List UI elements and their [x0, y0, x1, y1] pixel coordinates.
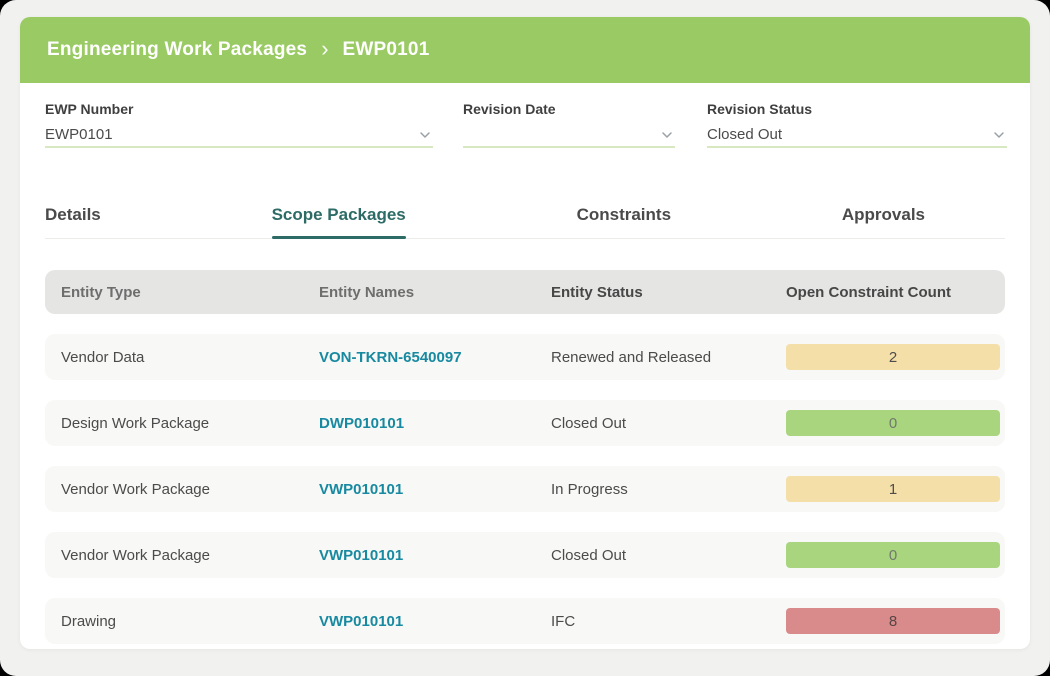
table-row: Vendor Work Package VWP010101 Closed Out…: [45, 532, 1005, 578]
entity-name-link[interactable]: VWP010101: [319, 613, 551, 630]
filter-value: Closed Out: [707, 126, 782, 143]
tab-approvals[interactable]: Approvals: [842, 205, 925, 238]
breadcrumb-separator-icon: ›: [321, 36, 328, 62]
filter-label: Revision Status: [707, 100, 1007, 118]
entity-status-cell: In Progress: [551, 481, 786, 498]
entity-name-link[interactable]: VON-TKRN-6540097: [319, 349, 551, 366]
entity-name-link[interactable]: DWP010101: [319, 415, 551, 432]
entity-status-cell: Closed Out: [551, 415, 786, 432]
entity-status-cell: IFC: [551, 613, 786, 630]
table-row: Design Work Package DWP010101 Closed Out…: [45, 400, 1005, 446]
tabs: Details Scope Packages Constraints Appro…: [45, 205, 925, 238]
table-body: Vendor Data VON-TKRN-6540097 Renewed and…: [45, 334, 1005, 644]
entity-type-cell: Design Work Package: [61, 415, 319, 432]
filter-dropdown[interactable]: Closed Out: [707, 122, 1007, 148]
page-header: Engineering Work Packages › EWP0101: [20, 17, 1030, 83]
entity-status-cell: Closed Out: [551, 547, 786, 564]
scope-packages-table: Entity Type Entity Names Entity Status O…: [45, 270, 1005, 644]
table-row: Vendor Work Package VWP010101 In Progres…: [45, 466, 1005, 512]
constraint-count-badge: 0: [786, 410, 1000, 436]
column-header-entity-status: Entity Status: [551, 284, 786, 301]
filter-revision-status: Revision Status Closed Out: [707, 100, 1007, 148]
chevron-down-icon: [419, 129, 431, 141]
tab-scope-packages[interactable]: Scope Packages: [272, 205, 406, 238]
main-card: Engineering Work Packages › EWP0101 EWP …: [20, 17, 1030, 649]
filter-bar: EWP Number EWP0101 Revision Date Revisio…: [45, 100, 1005, 168]
constraint-count-badge: 2: [786, 344, 1000, 370]
tab-details[interactable]: Details: [45, 205, 101, 238]
tab-bar: Details Scope Packages Constraints Appro…: [45, 205, 1005, 239]
entity-type-cell: Vendor Work Package: [61, 547, 319, 564]
breadcrumb-root[interactable]: Engineering Work Packages: [47, 39, 307, 61]
entity-name-link[interactable]: VWP010101: [319, 547, 551, 564]
column-header-open-constraint-count: Open Constraint Count: [786, 284, 1021, 301]
filter-dropdown[interactable]: [463, 122, 675, 148]
entity-type-cell: Drawing: [61, 613, 319, 630]
constraint-count-badge: 1: [786, 476, 1000, 502]
app-window: Engineering Work Packages › EWP0101 EWP …: [0, 0, 1050, 676]
table-header-row: Entity Type Entity Names Entity Status O…: [45, 270, 1005, 314]
tab-constraints[interactable]: Constraints: [577, 205, 671, 238]
column-header-entity-names: Entity Names: [319, 284, 551, 301]
entity-status-cell: Renewed and Released: [551, 349, 786, 366]
filter-label: Revision Date: [463, 100, 675, 118]
filter-dropdown[interactable]: EWP0101: [45, 122, 433, 148]
filter-value: EWP0101: [45, 126, 113, 143]
breadcrumb-current: EWP0101: [343, 39, 430, 61]
filter-revision-date: Revision Date: [463, 100, 675, 148]
chevron-down-icon: [661, 129, 673, 141]
table-row: Vendor Data VON-TKRN-6540097 Renewed and…: [45, 334, 1005, 380]
entity-type-cell: Vendor Work Package: [61, 481, 319, 498]
entity-type-cell: Vendor Data: [61, 349, 319, 366]
chevron-down-icon: [993, 129, 1005, 141]
column-header-entity-type: Entity Type: [61, 284, 319, 301]
entity-name-link[interactable]: VWP010101: [319, 481, 551, 498]
constraint-count-badge: 0: [786, 542, 1000, 568]
filter-ewp-number: EWP Number EWP0101: [45, 100, 433, 148]
filter-label: EWP Number: [45, 100, 433, 118]
constraint-count-badge: 8: [786, 608, 1000, 634]
table-row: Drawing VWP010101 IFC 8: [45, 598, 1005, 644]
